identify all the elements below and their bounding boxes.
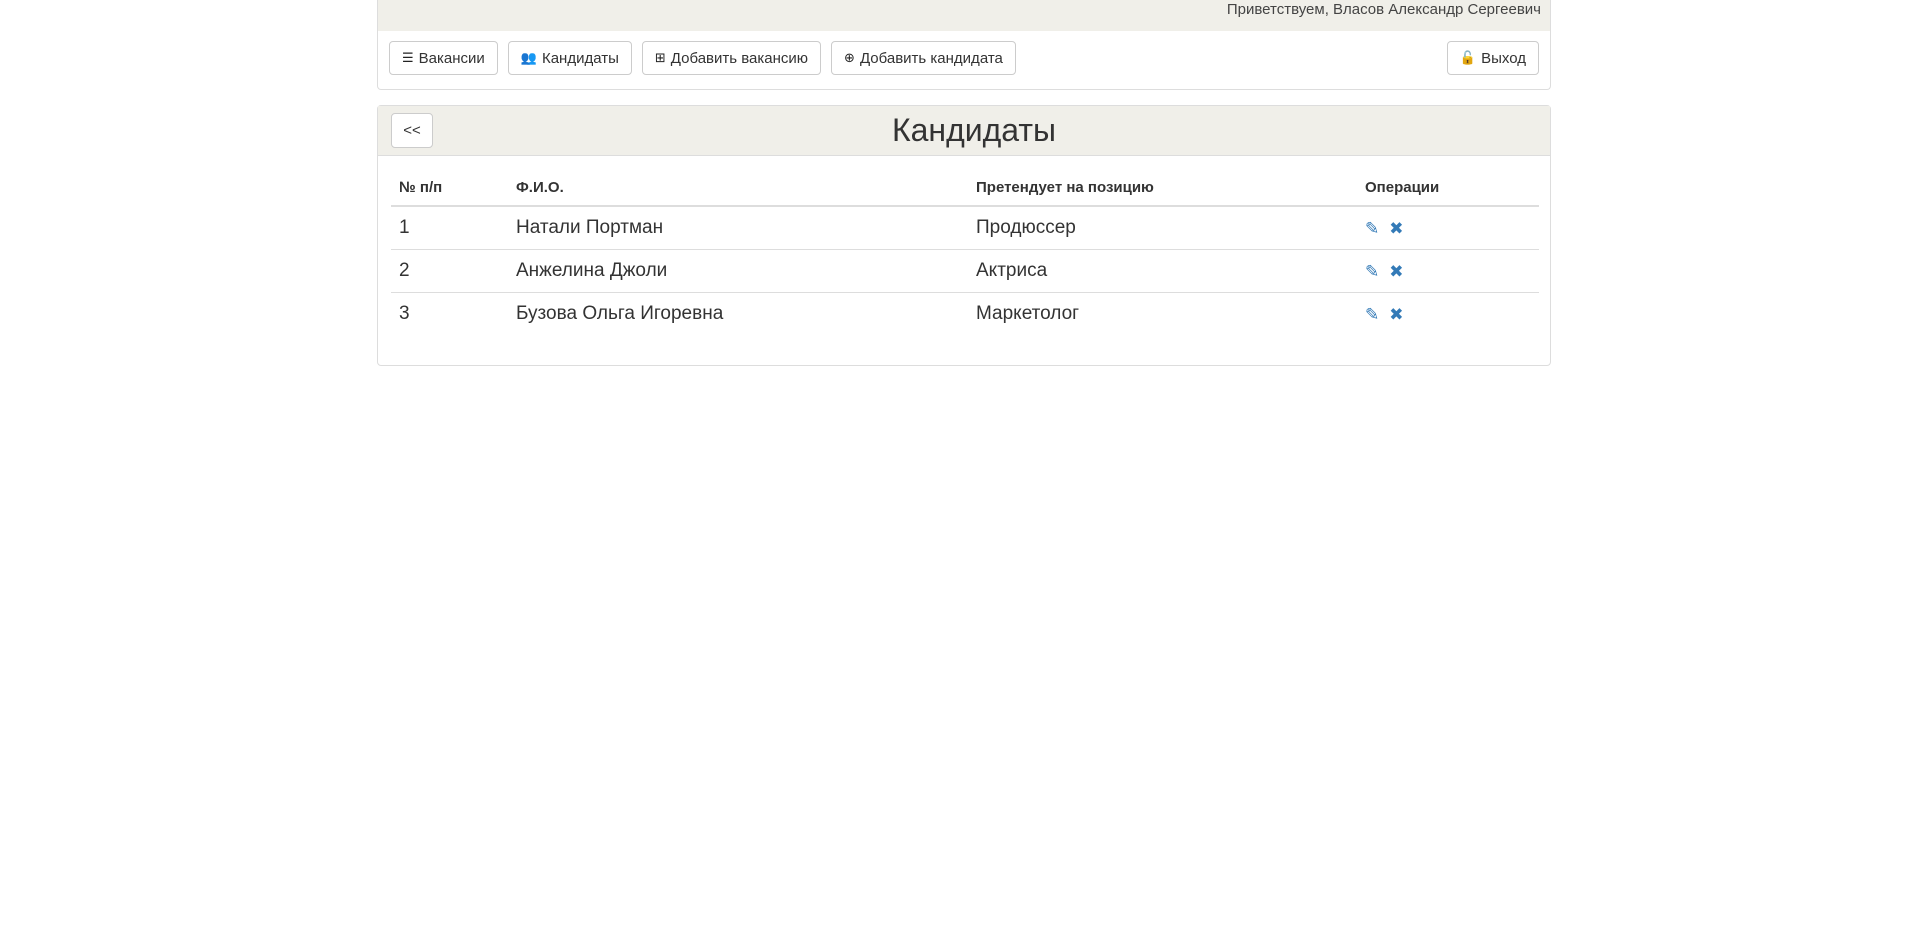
cell-name: Бузова Ольга Игоревна xyxy=(516,303,724,325)
plus-square-icon: ⊞ xyxy=(654,50,666,65)
top-panel: Приветствуем, Власов Александр Сергеевич… xyxy=(377,0,1551,90)
candidates-table: № п/п Ф.И.О. Претендует на позицию Опера… xyxy=(391,168,1539,335)
cell-ops: ✎ ✖ xyxy=(1357,206,1539,250)
column-header-name: Ф.И.О. xyxy=(508,168,968,207)
page-container: Приветствуем, Власов Александр Сергеевич… xyxy=(377,0,1551,366)
cell-num: 2 xyxy=(391,249,508,293)
cell-position: Маркетолог xyxy=(976,303,1080,325)
cell-position: Актриса xyxy=(968,249,1357,293)
page-title: Кандидаты xyxy=(891,112,1057,148)
column-header-ops: Операции xyxy=(1357,168,1539,207)
column-header-num: № п/п xyxy=(391,168,508,207)
cell-num: 3 xyxy=(399,303,410,325)
add-vacancy-button[interactable]: ⊞ Добавить вакансию xyxy=(641,41,822,75)
cell-num: 1 xyxy=(391,206,508,250)
cell-name: Натали Портман xyxy=(508,206,968,250)
plus-circle-icon: ⊕ xyxy=(844,50,855,65)
list-icon: ☰ xyxy=(402,50,414,65)
candidates-panel: << Кандидаты № п/п Ф.И.О. Претендует на … xyxy=(377,105,1551,366)
users-icon: 👥 xyxy=(520,50,537,65)
nav-toolbar: ☰ Вакансии 👥 Кандидаты ⊞ Добавить ваканс… xyxy=(378,31,1550,89)
cell-name: Анжелина Джоли xyxy=(508,249,968,293)
column-header-position: Претендует на позицию xyxy=(968,168,1357,207)
greeting-bar: Приветствуем, Власов Александр Сергеевич xyxy=(378,0,1550,31)
greeting-text: Приветствуем, Власов Александр Сергеевич xyxy=(1226,1,1541,18)
table-header-row: № п/п Ф.И.О. Претендует на позицию Опера… xyxy=(391,168,1539,207)
table-row: 3 Бузова Ольга Игоревна Маркетолог ✎ ✖ xyxy=(391,292,1539,335)
vacancies-button[interactable]: ☰ Вакансии xyxy=(389,41,498,75)
delete-icon[interactable]: ✖ xyxy=(1389,306,1403,323)
add-candidate-button-label: Добавить кандидата xyxy=(859,49,1003,67)
cell-ops: ✎ ✖ xyxy=(1357,249,1539,293)
candidates-button[interactable]: 👥 Кандидаты xyxy=(507,41,632,75)
table-row: 1 Натали Портман Продюссер ✎ ✖ xyxy=(391,206,1539,250)
cell-position: Продюссер xyxy=(968,206,1357,250)
logout-button[interactable]: 🔓 Выход xyxy=(1446,41,1539,75)
logout-button-label: Выход xyxy=(1481,49,1526,67)
edit-icon[interactable]: ✎ xyxy=(1365,220,1379,237)
cell-ops: ✎ ✖ xyxy=(1357,292,1539,335)
candidates-button-label: Кандидаты xyxy=(541,49,619,67)
add-candidate-button[interactable]: ⊕ Добавить кандидата xyxy=(831,41,1016,75)
table-row: 2 Анжелина Джоли Актриса ✎ ✖ xyxy=(391,249,1539,293)
panel-heading: << Кандидаты xyxy=(378,106,1550,156)
unlock-icon: 🔓 xyxy=(1459,50,1477,65)
delete-icon[interactable]: ✖ xyxy=(1389,220,1403,237)
edit-icon[interactable]: ✎ xyxy=(1365,306,1379,323)
back-button[interactable]: << xyxy=(391,113,433,148)
add-vacancy-button-label: Добавить вакансию xyxy=(670,49,809,67)
edit-icon[interactable]: ✎ xyxy=(1365,263,1379,280)
vacancies-button-label: Вакансии xyxy=(418,49,485,67)
delete-icon[interactable]: ✖ xyxy=(1389,263,1403,280)
